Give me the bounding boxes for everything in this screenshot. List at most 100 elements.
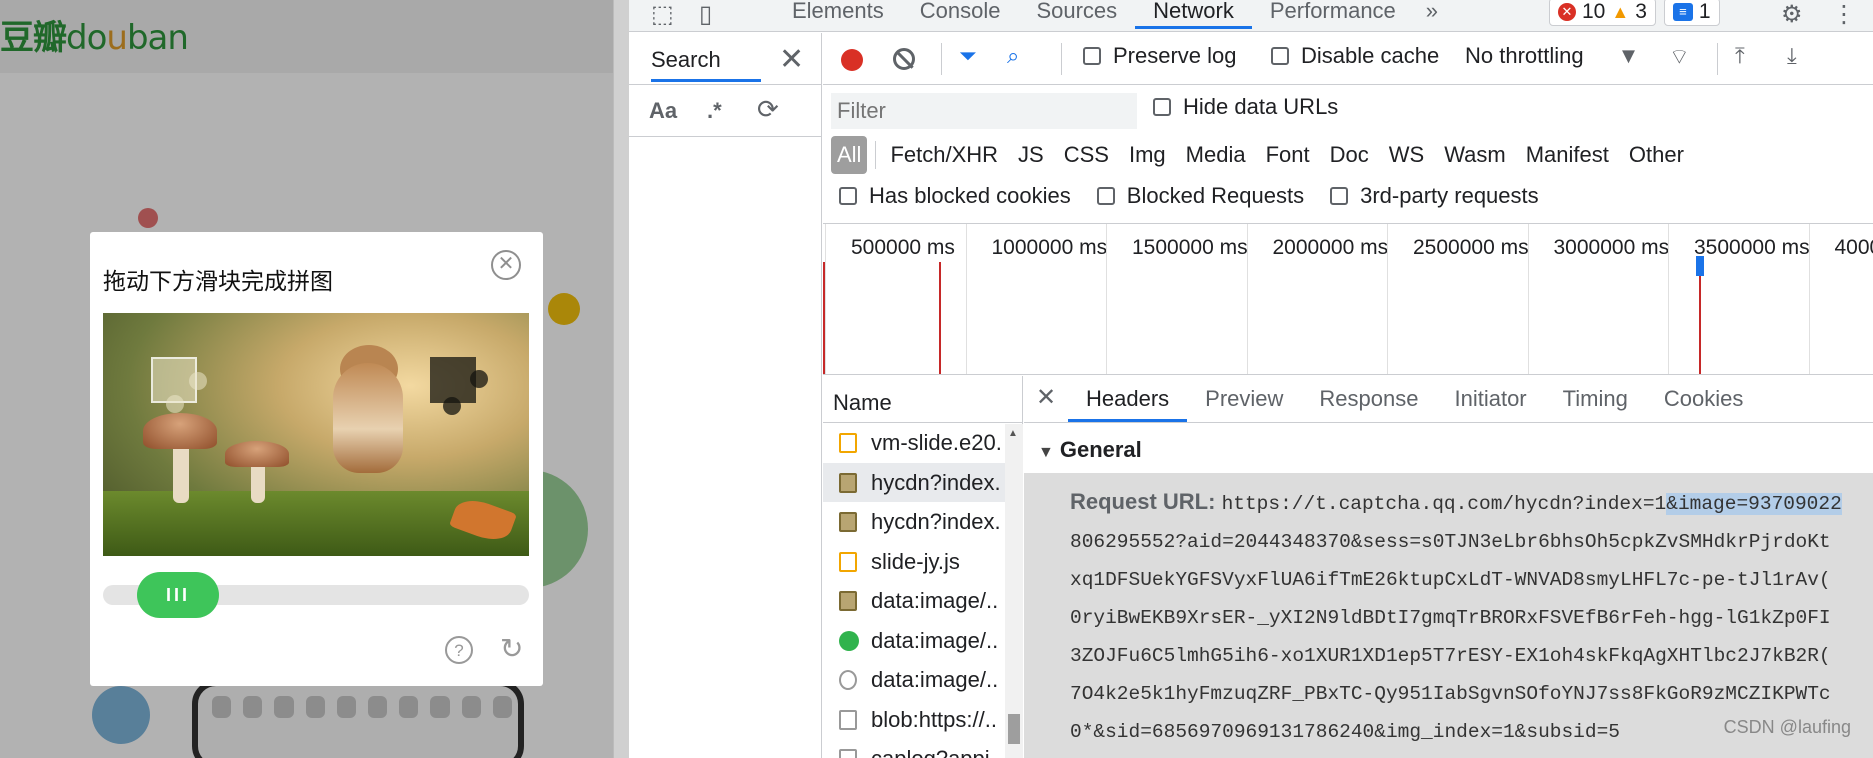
type-filter-doc[interactable]: Doc [1320, 136, 1379, 174]
type-filter-other[interactable]: Other [1619, 136, 1694, 174]
request-bar [1696, 256, 1704, 276]
detail-tab-headers[interactable]: Headers [1068, 386, 1188, 422]
checkbox-label: Blocked Requests [1126, 183, 1305, 208]
tab-sources[interactable]: Sources [1018, 0, 1135, 29]
messages-badge[interactable]: ≡ 1 [1663, 0, 1720, 26]
request-row[interactable]: slide-jy.js [823, 542, 1005, 582]
request-name: data:image/.. [871, 667, 999, 692]
3rd-party-requests-checkbox[interactable]: 3rd-party requests [1330, 183, 1539, 209]
network-overview-timeline[interactable]: 500000 ms 1000000 ms 1500000 ms 2000000 ms 2… [823, 223, 1873, 375]
load-event-marker [939, 262, 941, 374]
export-har-icon[interactable]: ⤓ [1787, 43, 1797, 69]
detail-tab-cookies[interactable]: Cookies [1646, 386, 1761, 422]
type-filter-media[interactable]: Media [1176, 136, 1256, 174]
tab-console[interactable]: Console [902, 0, 1019, 29]
clear-icon[interactable] [893, 48, 915, 70]
request-row[interactable]: data:image/.. [823, 660, 1005, 700]
request-row[interactable]: data:image/.. [823, 621, 1005, 661]
record-icon[interactable] [841, 49, 863, 71]
device-toolbar-icon[interactable]: ▯ [699, 0, 712, 29]
timeline-tick-label: 2500000 ms [1413, 236, 1529, 259]
panel-splitter[interactable] [613, 0, 629, 758]
request-row[interactable]: hycdn?index. [823, 502, 1005, 542]
detail-tab-timing[interactable]: Timing [1545, 386, 1646, 422]
has-blocked-cookies-checkbox[interactable]: Has blocked cookies [839, 183, 1071, 209]
request-row[interactable]: hycdn?index. [823, 462, 1005, 502]
slider-handle[interactable]: III [137, 572, 219, 618]
type-filter-css[interactable]: CSS [1054, 136, 1119, 174]
tab-performance[interactable]: Performance [1252, 0, 1414, 29]
close-icon[interactable]: ✕ [491, 250, 521, 280]
tab-network[interactable]: Network [1135, 0, 1252, 29]
refresh-search-icon[interactable]: ⟳ [757, 94, 779, 125]
request-row[interactable]: blob:https://.. [823, 700, 1005, 740]
timeline-gridline [1527, 224, 1529, 374]
filter-input[interactable] [831, 93, 1137, 129]
ok-file-icon [839, 630, 859, 651]
message-icon: ≡ [1672, 3, 1693, 21]
img-file-icon [839, 591, 857, 611]
match-case-button[interactable]: Aa [649, 98, 677, 124]
tab-elements[interactable]: Elements [774, 0, 902, 29]
puzzle-piece[interactable] [151, 357, 207, 413]
puzzle-gap [430, 357, 488, 415]
search-panel-title[interactable]: Search [651, 47, 761, 82]
blocked-requests-checkbox[interactable]: Blocked Requests [1096, 183, 1305, 209]
network-panel: ⏷ ⌕ Preserve log Disable cache No thrott… [823, 33, 1873, 758]
timeline-tick-label: 3000000 ms [1553, 236, 1670, 259]
request-row[interactable]: caplog?appi.. [823, 739, 1005, 758]
throttling-select[interactable]: No throttling ▼ [1465, 43, 1639, 69]
timeline-tick-label: 3500000 ms [1694, 236, 1810, 259]
more-options-icon[interactable]: ⋮ [1832, 0, 1856, 29]
checkbox-label: 3rd-party requests [1360, 183, 1539, 208]
filter-funnel-icon[interactable]: ⏷ [959, 43, 977, 69]
request-details: ✕ Headers Preview Response Initiator Timing C… [1024, 376, 1873, 758]
detail-tab-response[interactable]: Response [1301, 386, 1436, 422]
inspect-element-icon[interactable]: ⬚ [651, 0, 674, 29]
timeline-tick-label: 500000 ms [851, 236, 955, 259]
request-row[interactable]: vm-slide.e20. [823, 423, 1005, 463]
type-filter-all[interactable]: All [831, 136, 868, 174]
search-icon[interactable]: ⌕ [1007, 43, 1019, 69]
request-row[interactable]: data:image/.. [823, 581, 1005, 621]
chevron-down-icon: ▼ [1617, 43, 1640, 68]
hide-data-urls-checkbox[interactable]: Hide data URLs [1153, 94, 1338, 120]
name-column-header[interactable]: Name [823, 376, 1022, 423]
detail-tab-initiator[interactable]: Initiator [1436, 386, 1544, 422]
timeline-gridline [1808, 224, 1810, 374]
type-filter-manifest[interactable]: Manifest [1516, 136, 1619, 174]
detail-tab-preview[interactable]: Preview [1187, 386, 1301, 422]
checkbox-label: Has blocked cookies [869, 183, 1071, 208]
timeline-tick-label: 4000 [1834, 236, 1873, 259]
type-filter-ws[interactable]: WS [1379, 136, 1434, 174]
requests-scrollbar[interactable]: ▲ [1005, 424, 1023, 758]
regex-button[interactable]: .* [707, 98, 722, 124]
type-filter-wasm[interactable]: Wasm [1434, 136, 1516, 174]
scroll-up-icon[interactable]: ▲ [1008, 428, 1018, 439]
type-filter-img[interactable]: Img [1119, 136, 1176, 174]
type-filter-js[interactable]: JS [1008, 136, 1054, 174]
type-filter-font[interactable]: Font [1256, 136, 1320, 174]
load-event-marker [1699, 262, 1701, 374]
general-section-header[interactable]: ▼ General [1024, 423, 1873, 473]
more-tabs-icon[interactable]: » [1414, 0, 1450, 29]
settings-gear-icon[interactable]: ⚙ [1781, 0, 1803, 29]
timeline-gridline [1668, 224, 1669, 374]
help-icon[interactable]: ? [445, 636, 473, 664]
close-details-icon[interactable]: ✕ [1024, 383, 1068, 422]
request-name: data:image/.. [871, 627, 999, 653]
timeline-gridline [825, 224, 826, 374]
request-name: blob:https://.. [871, 706, 997, 732]
errors-badge[interactable]: ✕ 10 ▲ 3 [1549, 0, 1656, 26]
ban-file-icon [839, 670, 857, 690]
request-url-line: 3ZOJFu6C5lmhG5ih6-xo1XUR1XD1ep5T7rESY-EX… [1070, 645, 1831, 667]
request-url-line: 0ryiBwEKB9XrsER-_yXI2N9ldBDtI7gmqTrBRORx… [1070, 607, 1831, 629]
preserve-log-checkbox[interactable]: Preserve log [1083, 43, 1237, 69]
network-conditions-icon[interactable]: ⌔ [1669, 43, 1690, 71]
type-filter-fetch-xhr[interactable]: Fetch/XHR [880, 136, 1008, 174]
refresh-icon[interactable]: ↻ [500, 634, 530, 664]
close-search-icon[interactable]: ✕ [779, 42, 804, 77]
disable-cache-checkbox[interactable]: Disable cache [1271, 43, 1439, 69]
import-har-icon[interactable]: ⤒ [1735, 43, 1745, 69]
request-url-line: 806295552?aid=2044348370&sess=s0TJN3eLbr… [1070, 531, 1831, 553]
